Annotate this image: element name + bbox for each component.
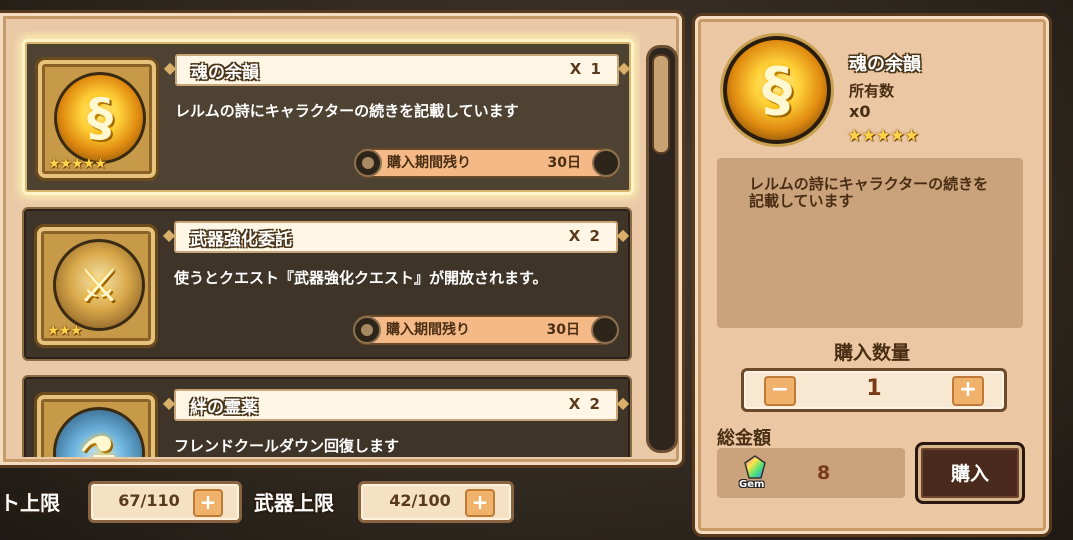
item-icon-frame: § ★★★★★: [35, 57, 159, 181]
weapon-limit-value: 42/100: [389, 491, 451, 510]
item-description: レルムの詩にキャラクターの続きを記載しています: [175, 102, 519, 120]
item-name-bar: ◆ 絆の霊薬 X 2 ◆: [163, 389, 629, 421]
total-price-label: 総金額: [717, 428, 771, 449]
item-quantity: X 1: [569, 60, 603, 78]
owned-count-value: x0: [849, 102, 871, 121]
shop-item-list-panel: § ★★★★★ ◆ 魂の余韻 X 1 ◆ レルムの詩にキャラクターの続きを記載し…: [0, 10, 685, 468]
unit-limit-plus-button[interactable]: +: [193, 489, 223, 517]
item-quantity: X 2: [568, 395, 602, 413]
soul-scroll-icon: §: [723, 36, 831, 144]
period-left-knob-icon: [353, 316, 381, 344]
ornament-icon: ◆: [162, 393, 176, 412]
ornament-icon: ◆: [162, 225, 176, 244]
weapon-limit-label: 武器上限: [254, 491, 334, 515]
unit-limit-value: 67/110: [118, 491, 180, 510]
unit-limit-label: ト上限: [0, 491, 60, 515]
detail-item-name: 魂の余韻: [849, 54, 921, 75]
list-scrollbar[interactable]: [646, 45, 678, 453]
item-name: 武器強化委託: [190, 230, 292, 250]
decrease-button[interactable]: −: [764, 376, 796, 406]
gem-currency-label: Gem: [739, 479, 765, 490]
ornament-icon: ◆: [616, 393, 630, 412]
shop-item-card[interactable]: ⚔ ★★★ ◆ 武器強化委託 X 2 ◆ 使うとクエスト『武器強化クエスト』が開…: [22, 207, 632, 361]
quantity-stepper: − 1 +: [741, 368, 1007, 412]
detail-description: レルムの詩にキャラクターの続きを記載しています: [749, 175, 989, 210]
gem-icon: [744, 455, 766, 479]
item-name-bar: ◆ 魂の余韻 X 1 ◆: [164, 54, 630, 86]
ornament-icon: ◆: [163, 58, 177, 77]
period-right-knob-icon: [591, 316, 619, 344]
potion-icon: ⚗: [53, 407, 145, 457]
period-left-knob-icon: [354, 149, 382, 177]
rarity-stars: ★★★★★: [48, 156, 107, 172]
purchase-quantity-title: 購入数量: [833, 342, 910, 364]
shop-item-card[interactable]: ⚗ ◆ 絆の霊薬 X 2 ◆ フレンドクールダウン回復します: [22, 375, 632, 457]
soul-scroll-icon: §: [54, 72, 146, 164]
item-description: 使うとクエスト『武器強化クエスト』が開放されます。: [174, 269, 548, 287]
weapon-limit-box: 42/100 +: [358, 481, 514, 523]
scrollbar-thumb[interactable]: [652, 54, 670, 154]
rarity-stars: ★★★: [47, 323, 83, 339]
unit-limit-box: 67/110 +: [88, 481, 242, 523]
item-quantity: X 2: [568, 227, 602, 245]
item-name: 魂の余韻: [191, 63, 259, 83]
shop-item-card[interactable]: § ★★★★★ ◆ 魂の余韻 X 1 ◆ レルムの詩にキャラクターの続きを記載し…: [22, 39, 634, 195]
item-name-bar: ◆ 武器強化委託 X 2 ◆: [163, 221, 629, 253]
quantity-value: 1: [866, 376, 882, 401]
item-description: フレンドクールダウン回復します: [174, 437, 400, 455]
total-price-box: Gem 8: [717, 448, 905, 498]
purchase-button-label: 購入: [950, 463, 989, 485]
ornament-icon: ◆: [616, 225, 630, 244]
period-label: 購入期間残り: [386, 322, 470, 338]
item-icon-frame: ⚔ ★★★: [34, 224, 158, 348]
owned-count-label: 所有数: [849, 82, 895, 100]
total-price-value: 8: [817, 462, 831, 484]
increase-button[interactable]: +: [952, 376, 984, 406]
rarity-stars: ★★★★★: [847, 126, 919, 146]
period-days: 30日: [546, 322, 580, 338]
item-name: 絆の霊薬: [190, 398, 258, 418]
period-right-knob-icon: [592, 149, 620, 177]
purchase-period-bar: 購入期間残り 30日: [353, 315, 619, 345]
purchase-button[interactable]: 購入: [915, 442, 1025, 504]
shop-item-list[interactable]: § ★★★★★ ◆ 魂の余韻 X 1 ◆ レルムの詩にキャラクターの続きを記載し…: [12, 31, 640, 457]
item-icon-frame: ⚗: [34, 392, 158, 457]
ornament-icon: ◆: [617, 58, 631, 77]
purchase-period-bar: 購入期間残り 30日: [354, 148, 620, 178]
weapon-limit-plus-button[interactable]: +: [465, 489, 495, 517]
weapon-quest-icon: ⚔: [53, 239, 145, 331]
period-label: 購入期間残り: [387, 155, 471, 171]
period-days: 30日: [547, 155, 581, 171]
item-detail-panel: § 魂の余韻 所有数 x0 ★★★★★ レルムの詩にキャラクターの続きを記載して…: [692, 13, 1052, 537]
detail-description-box: レルムの詩にキャラクターの続きを記載しています: [717, 158, 1023, 328]
